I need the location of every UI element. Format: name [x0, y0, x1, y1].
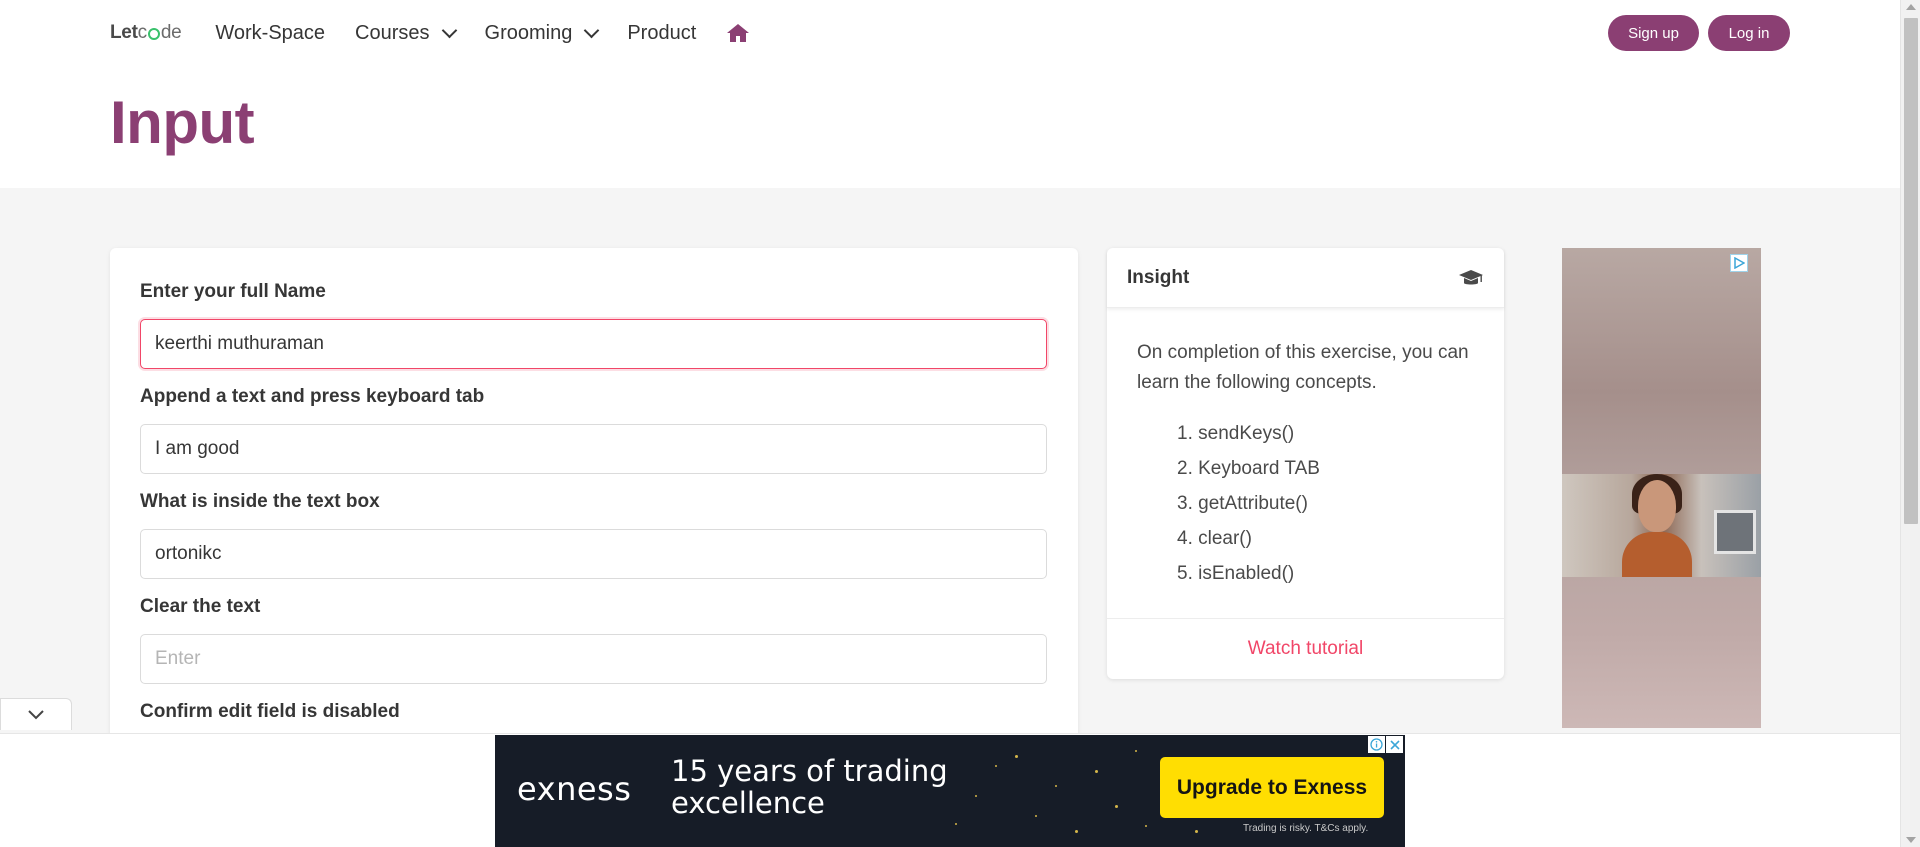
insight-footer: Watch tutorial — [1107, 618, 1504, 679]
insight-body: On completion of this exercise, you can … — [1107, 308, 1504, 591]
append-text-value: I am good — [155, 438, 240, 459]
ad-choices-icon[interactable] — [1730, 254, 1748, 272]
exness-logo: exness — [517, 770, 632, 808]
chevron-down-icon — [441, 22, 457, 38]
navbar: Let c de Work-Space Courses Grooming Produ… — [110, 14, 750, 52]
insight-card: Insight On completion of this exercise, … — [1107, 248, 1504, 679]
logo-suffix: de — [160, 22, 182, 43]
letcode-logo[interactable]: Let c de — [110, 22, 182, 44]
ad-photo — [1562, 474, 1761, 577]
ad-sparkle — [1015, 755, 1018, 758]
ad-disclaimer: Trading is risky. T&Cs apply. — [1243, 823, 1369, 834]
chevron-down-icon — [28, 709, 44, 719]
graduation-cap-icon — [1458, 268, 1484, 288]
clear-text-placeholder: Enter — [155, 648, 201, 669]
disabled-field-label: Confirm edit field is disabled — [140, 701, 400, 722]
append-text-label: Append a text and press keyboard tab — [140, 386, 485, 407]
insight-title: Insight — [1127, 266, 1190, 288]
nav-work-space-label: Work-Space — [215, 21, 326, 44]
concept-item: 3. getAttribute() — [1177, 493, 1308, 514]
concept-item: 2. Keyboard TAB — [1177, 458, 1320, 479]
nav-courses-label: Courses — [355, 21, 430, 44]
ad-sparkle — [975, 795, 977, 797]
chevron-down-icon — [584, 22, 600, 38]
collapse-ad-button[interactable] — [0, 698, 72, 730]
clear-text-input[interactable]: Enter — [140, 634, 1047, 684]
side-advertisement[interactable] — [1562, 248, 1761, 728]
text-box-label: What is inside the text box — [140, 491, 380, 512]
ad-sparkle — [1135, 750, 1137, 752]
upgrade-to-exness-button[interactable]: Upgrade to Exness — [1160, 757, 1384, 818]
concept-item: 5. isEnabled() — [1177, 563, 1295, 584]
concept-list: 1. sendKeys() 2. Keyboard TAB 3. getAttr… — [1137, 416, 1474, 591]
logo-prefix: Let — [110, 22, 138, 43]
full-name-value: keerthi muthuraman — [155, 333, 324, 354]
insight-intro: On completion of this exercise, you can … — [1137, 342, 1469, 393]
scroll-thumb[interactable] — [1904, 18, 1918, 524]
text-box-input[interactable]: ortonikc — [140, 529, 1047, 579]
insight-header: Insight — [1107, 248, 1504, 308]
logo-o-icon — [147, 28, 160, 40]
ad-screen-shape — [1714, 510, 1756, 554]
ad-info-icon[interactable] — [1368, 736, 1385, 753]
ad-sparkle — [1115, 805, 1118, 808]
bottom-banner-ad[interactable]: exness 15 years of trading excellence Up… — [495, 735, 1405, 847]
sign-up-label: Sign up — [1628, 24, 1679, 42]
ad-tagline: 15 years of trading excellence — [671, 754, 948, 820]
sign-up-button[interactable]: Sign up — [1608, 15, 1699, 51]
header: Let c de Work-Space Courses Grooming Produ… — [0, 0, 1900, 188]
page-scrollbar[interactable] — [1900, 0, 1920, 847]
logo-c: c — [137, 22, 148, 43]
log-in-button[interactable]: Log in — [1708, 15, 1790, 51]
scroll-up-arrow-icon[interactable] — [1906, 4, 1916, 10]
ad-sparkle — [1095, 770, 1098, 773]
ad-sparkle — [955, 823, 957, 825]
scroll-down-arrow-icon[interactable] — [1906, 837, 1916, 843]
nav-grooming[interactable]: Grooming — [484, 21, 600, 45]
nav-grooming-label: Grooming — [484, 21, 573, 44]
ad-sparkle — [1145, 825, 1147, 827]
nav-product[interactable]: Product — [627, 22, 696, 45]
ad-sparkle — [1075, 830, 1078, 833]
append-text-input[interactable]: I am good — [140, 424, 1047, 474]
page-title: Input — [110, 89, 255, 156]
nav-courses[interactable]: Courses — [355, 21, 457, 45]
ad-sparkle — [1195, 830, 1198, 833]
concept-item: 1. sendKeys() — [1177, 423, 1295, 444]
concept-item: 4. clear() — [1177, 528, 1252, 549]
log-in-label: Log in — [1728, 24, 1770, 42]
ad-person-body — [1622, 532, 1692, 577]
clear-text-label: Clear the text — [140, 596, 261, 617]
full-name-input[interactable]: keerthi muthuraman — [140, 319, 1047, 369]
ad-close-icon[interactable] — [1386, 736, 1403, 753]
ad-sparkle — [1055, 785, 1057, 787]
ad-sparkle — [995, 765, 997, 767]
input-form-card: Enter your full Name keerthi muthuraman … — [110, 248, 1078, 788]
text-box-value: ortonikc — [155, 543, 222, 564]
ad-person-face — [1638, 480, 1676, 532]
nav-work-space[interactable]: Work-Space — [215, 22, 325, 45]
watch-tutorial-link[interactable]: Watch tutorial — [1248, 638, 1363, 660]
nav-product-label: Product — [627, 21, 697, 44]
full-name-label: Enter your full Name — [140, 281, 326, 302]
ad-sparkle — [1035, 815, 1037, 817]
home-icon[interactable] — [726, 22, 750, 44]
